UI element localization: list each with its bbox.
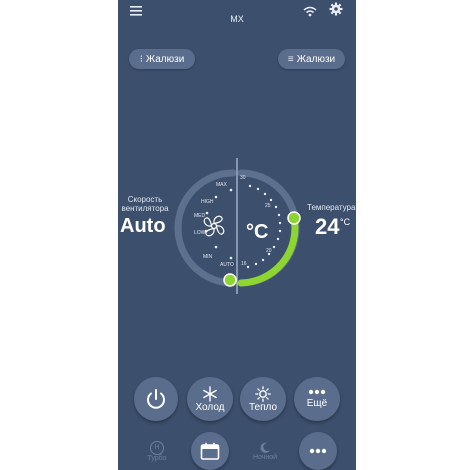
turbo-icon: H bbox=[150, 440, 164, 455]
control-dial: MAX HIGH MED LOW MIN AUTO 30 25 20 16 °C bbox=[174, 158, 301, 294]
sun-icon bbox=[255, 385, 271, 402]
schedule-button[interactable] bbox=[191, 432, 229, 470]
app-screen: MX ⁝ Жалюзи ≡ Жалюзи Скорость вентилятор… bbox=[118, 0, 356, 470]
fan-speed-value: Auto bbox=[120, 215, 166, 237]
gear-icon bbox=[329, 2, 343, 16]
turbo-label: Турбо bbox=[147, 454, 167, 462]
temperature-title: Температура bbox=[307, 203, 356, 212]
power-button[interactable] bbox=[134, 377, 178, 421]
moon-icon bbox=[260, 442, 270, 453]
fan-tick-med: MED bbox=[194, 213, 206, 219]
snowflake-icon bbox=[203, 385, 217, 402]
cool-mode-button[interactable]: Холод bbox=[187, 377, 233, 421]
fan-tick-max: MAX bbox=[216, 182, 228, 188]
fan-speed-title-line1: Скорость bbox=[127, 195, 163, 204]
page-title: MX bbox=[230, 14, 244, 24]
heat-mode-button[interactable]: Тепло bbox=[240, 377, 286, 421]
temp-tick-30: 30 bbox=[240, 175, 246, 181]
temperature-value: 24 bbox=[315, 214, 340, 239]
fan-tick-low: LOW bbox=[194, 230, 206, 236]
temperature-mode-glyph: °C bbox=[246, 221, 268, 243]
fan-tick-high: HIGH bbox=[201, 199, 214, 205]
more-dots-icon bbox=[308, 389, 326, 395]
temperature-unit: °C bbox=[340, 217, 351, 227]
more-options-button[interactable]: Ещё bbox=[294, 377, 340, 421]
fan-tick-auto: AUTO bbox=[220, 262, 234, 268]
temp-tick-16: 16 bbox=[241, 261, 247, 267]
more-dots-icon bbox=[309, 448, 327, 454]
fan-speed-knob[interactable] bbox=[223, 273, 237, 287]
temp-tick-20: 20 bbox=[266, 248, 272, 254]
horizontal-louver-icon: ≡ bbox=[287, 53, 294, 65]
horizontal-louver-label: Жалюзи bbox=[296, 53, 336, 65]
secondary-more-button[interactable] bbox=[299, 432, 337, 470]
night-mode-button[interactable]: Ночной bbox=[247, 434, 283, 468]
temperature-knob[interactable] bbox=[287, 211, 301, 225]
temp-tick-25: 25 bbox=[265, 203, 271, 209]
more-options-label: Ещё bbox=[306, 398, 328, 409]
cool-mode-label: Холод bbox=[195, 401, 225, 413]
vertical-louver-button[interactable]: ⁝ Жалюзи bbox=[129, 49, 195, 69]
turbo-button[interactable]: H Турбо bbox=[140, 434, 174, 468]
settings-button[interactable] bbox=[329, 2, 343, 21]
fan-speed-title-line2: вентилятора bbox=[121, 204, 169, 213]
vertical-louver-label: Жалюзи bbox=[145, 53, 185, 65]
fan-tick-min: MIN bbox=[203, 254, 213, 260]
vertical-louver-icon: ⁝ bbox=[139, 53, 143, 65]
fan-icon bbox=[203, 215, 225, 237]
night-mode-label: Ночной bbox=[252, 453, 278, 461]
calendar-icon bbox=[200, 442, 220, 460]
wifi-status bbox=[303, 4, 317, 22]
horizontal-louver-button[interactable]: ≡ Жалюзи bbox=[278, 49, 345, 69]
power-icon bbox=[147, 389, 165, 409]
fan-speed-title: Скорость вентилятора bbox=[120, 195, 170, 213]
heat-mode-label: Тепло bbox=[248, 401, 278, 413]
wifi-icon bbox=[303, 6, 317, 17]
